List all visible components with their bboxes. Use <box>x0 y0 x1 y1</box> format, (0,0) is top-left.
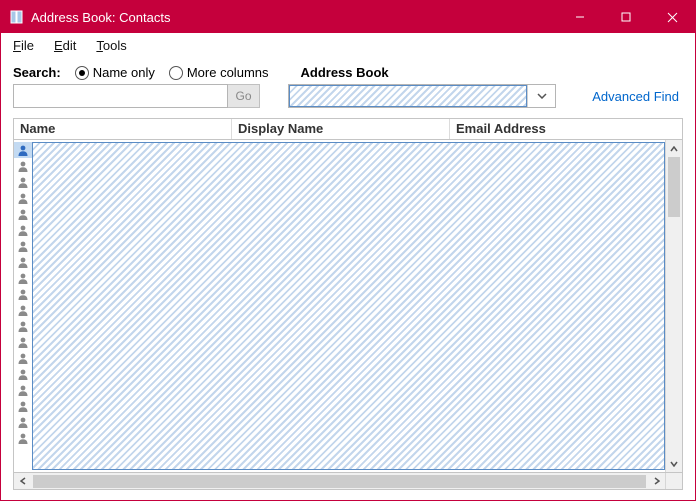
menubar: File Edit Tools <box>1 33 695 57</box>
scroll-right-icon[interactable] <box>648 473 665 489</box>
horizontal-scroll-thumb[interactable] <box>33 475 646 488</box>
search-input[interactable] <box>13 84 228 108</box>
address-book-label: Address Book <box>301 65 389 80</box>
scroll-down-icon[interactable] <box>666 455 682 472</box>
column-header-email[interactable]: Email Address <box>450 119 682 139</box>
content-area: Search: Name only More columns Address B… <box>1 57 695 500</box>
contact-row-icon[interactable] <box>14 350 32 366</box>
contact-row-icon[interactable] <box>14 238 32 254</box>
column-header-display-name[interactable]: Display Name <box>232 119 450 139</box>
radio-name-only[interactable]: Name only <box>75 65 155 80</box>
contact-row-icon[interactable] <box>14 190 32 206</box>
contact-row-icon[interactable] <box>14 398 32 414</box>
scrollbar-corner <box>665 473 682 489</box>
contact-row-icon[interactable] <box>14 206 32 222</box>
contact-row-icon[interactable] <box>14 142 32 158</box>
advanced-find-link[interactable]: Advanced Find <box>588 89 683 104</box>
contact-row-icon[interactable] <box>14 222 32 238</box>
contact-row-icon[interactable] <box>14 270 32 286</box>
contact-row-icon[interactable] <box>14 430 32 446</box>
window-controls <box>557 1 695 33</box>
horizontal-scroll-track[interactable] <box>31 473 648 489</box>
radio-name-only-label: Name only <box>93 65 155 80</box>
maximize-button[interactable] <box>603 1 649 33</box>
input-row: Go Advanced Find <box>13 84 683 108</box>
contact-row-icon[interactable] <box>14 254 32 270</box>
menu-file[interactable]: File <box>9 36 38 55</box>
window-title: Address Book: Contacts <box>31 10 557 25</box>
contact-row-icon[interactable] <box>14 302 32 318</box>
search-label: Search: <box>13 65 61 80</box>
contact-row-icon[interactable] <box>14 414 32 430</box>
grid-header: Name Display Name Email Address <box>13 118 683 140</box>
redacted-contact-data <box>32 142 665 470</box>
close-button[interactable] <box>649 1 695 33</box>
address-book-icon <box>9 9 25 25</box>
address-book-select[interactable] <box>288 84 556 108</box>
contact-row-icon[interactable] <box>14 318 32 334</box>
vertical-scroll-thumb[interactable] <box>668 157 680 217</box>
column-header-name[interactable]: Name <box>14 119 232 139</box>
menu-tools[interactable]: Tools <box>92 36 130 55</box>
contact-row-icon[interactable] <box>14 334 32 350</box>
contact-row-icon[interactable] <box>14 174 32 190</box>
go-button[interactable]: Go <box>228 84 260 108</box>
radio-more-columns[interactable]: More columns <box>169 65 269 80</box>
vertical-scrollbar[interactable] <box>665 140 682 472</box>
radio-more-columns-label: More columns <box>187 65 269 80</box>
vertical-scroll-track[interactable] <box>666 217 682 455</box>
menu-edit[interactable]: Edit <box>50 36 80 55</box>
address-book-window: Address Book: Contacts File Edit Tools S… <box>0 0 696 501</box>
address-book-select-value <box>289 85 527 107</box>
chevron-down-icon[interactable] <box>527 85 555 107</box>
horizontal-scrollbar[interactable] <box>13 473 683 490</box>
minimize-button[interactable] <box>557 1 603 33</box>
grid-body <box>13 140 683 473</box>
contact-row-icon[interactable] <box>14 158 32 174</box>
contact-row-icon[interactable] <box>14 286 32 302</box>
scroll-up-icon[interactable] <box>666 140 682 157</box>
contact-row-icon[interactable] <box>14 382 32 398</box>
search-row: Search: Name only More columns Address B… <box>13 65 683 80</box>
titlebar: Address Book: Contacts <box>1 1 695 33</box>
scroll-left-icon[interactable] <box>14 473 31 489</box>
contact-row-icon[interactable] <box>14 366 32 382</box>
row-icon-strip <box>14 140 32 472</box>
